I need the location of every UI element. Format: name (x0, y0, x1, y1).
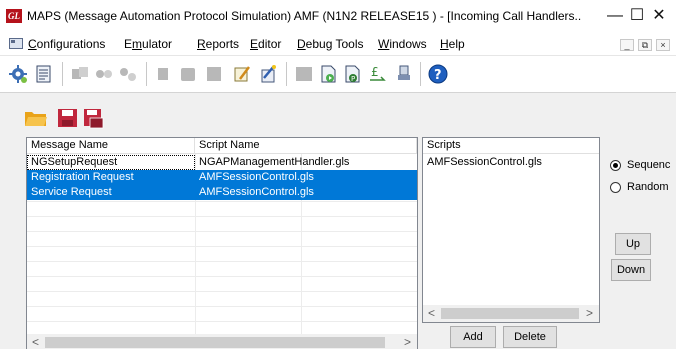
grid-line (27, 276, 417, 277)
menu-configurations[interactable]: Configurations (28, 37, 105, 51)
mdi-minimize-button[interactable]: _ (620, 39, 634, 51)
grid-line (27, 261, 417, 262)
toolbar-separator (286, 62, 287, 86)
window-menu-icon[interactable] (9, 38, 23, 49)
script-wizard-icon[interactable] (258, 64, 278, 84)
exchange-currency-icon[interactable]: £ (368, 64, 388, 84)
add-button[interactable]: Add (450, 326, 496, 348)
title-bar: GL MAPS (Message Automation Protocol Sim… (0, 0, 676, 32)
message-name-cell: NGSetupRequest (27, 155, 195, 170)
script-name-cell: NGAPManagementHandler.gls (199, 156, 350, 168)
radio-indicator[interactable] (610, 159, 621, 171)
toolbar-separator (146, 62, 147, 86)
scripts-list[interactable]: Scripts AMFSessionControl.gls < > (422, 137, 600, 323)
svg-text:P: P (351, 75, 355, 83)
scripts-header: Scripts (423, 138, 599, 154)
disabled-connect-icon (96, 70, 112, 78)
scroll-thumb[interactable] (45, 337, 385, 348)
incoming-call-handlers-panel: Message Name Script Name NGSetupRequest … (0, 92, 676, 349)
toolbar-separator (62, 62, 63, 86)
mdi-close-button[interactable]: × (656, 39, 670, 51)
message-table-horizontal-scrollbar[interactable]: < > (27, 334, 417, 349)
column-header-message-name[interactable]: Message Name (27, 138, 195, 154)
settings-gear-icon[interactable] (8, 64, 28, 84)
table-row[interactable]: Service Request AMFSessionControl.gls (27, 185, 417, 200)
script-name-cell: AMFSessionControl.gls (199, 186, 314, 198)
mdi-restore-button[interactable]: ⧉ (638, 39, 652, 51)
script-name-cell: AMFSessionControl.gls (199, 171, 314, 183)
grid-line (27, 246, 417, 247)
edit-script-icon[interactable] (232, 64, 252, 84)
menu-bar: Configurations Emulator Reports Editor D… (0, 32, 676, 55)
save-as-icon[interactable] (82, 107, 106, 129)
close-button[interactable]: ✕ (648, 5, 670, 27)
minimize-button[interactable]: — (604, 5, 626, 27)
maximize-button[interactable]: ☐ (626, 5, 648, 27)
help-icon[interactable]: ? (428, 64, 448, 84)
disabled-stop-icon (207, 67, 221, 81)
notepad-icon[interactable] (34, 64, 54, 84)
scripts-horizontal-scrollbar[interactable]: < > (423, 305, 599, 322)
scroll-left-arrow[interactable]: < (27, 334, 44, 349)
menu-debug-tools[interactable]: Debug Tools (297, 37, 364, 51)
grid-line (27, 306, 417, 307)
scroll-thumb[interactable] (441, 308, 579, 319)
disabled-record-icon (296, 67, 312, 81)
disabled-disconnect-icon (120, 68, 136, 81)
load-script-icon[interactable] (318, 64, 338, 84)
menu-windows[interactable]: Windows (378, 37, 427, 51)
open-folder-icon[interactable] (24, 107, 48, 129)
table-row[interactable]: Registration Request AMFSessionControl.g… (27, 170, 417, 185)
grid-line (27, 231, 417, 232)
message-name-cell: Registration Request (31, 171, 134, 183)
grid-line (27, 321, 417, 322)
usb-device-icon[interactable] (394, 64, 414, 84)
menu-editor[interactable]: Editor (250, 37, 281, 51)
scroll-right-arrow[interactable]: > (399, 334, 416, 349)
column-header-script-name[interactable]: Script Name (195, 138, 417, 154)
disabled-pause-icon (181, 68, 195, 81)
disabled-start-icon (158, 68, 168, 80)
scroll-right-arrow[interactable]: > (581, 305, 598, 322)
grid-line (27, 216, 417, 217)
message-name-cell: Service Request (31, 186, 112, 198)
menu-reports[interactable]: Reports (197, 37, 239, 51)
message-handler-table[interactable]: Message Name Script Name NGSetupRequest … (26, 137, 418, 349)
table-row[interactable]: NGSetupRequest NGAPManagementHandler.gls (27, 155, 417, 170)
grid-line (27, 291, 417, 292)
move-down-button[interactable]: Down (611, 259, 651, 281)
run-script-icon[interactable]: P (342, 64, 362, 84)
sequence-label: Sequenc (627, 159, 671, 171)
svg-text:£: £ (371, 65, 379, 79)
random-radio[interactable]: Random (610, 179, 669, 195)
menu-emulator[interactable]: Emulator (124, 37, 172, 51)
menu-help[interactable]: Help (440, 37, 465, 51)
window-title: MAPS (Message Automation Protocol Simula… (27, 9, 582, 23)
move-up-button[interactable]: Up (615, 233, 651, 255)
radio-indicator[interactable] (610, 181, 621, 193)
delete-button[interactable]: Delete (503, 326, 557, 348)
grid-line (27, 201, 417, 202)
sequence-radio[interactable]: Sequenc (610, 157, 670, 173)
svg-text:?: ? (434, 68, 442, 83)
save-icon[interactable] (56, 107, 80, 129)
list-item[interactable]: AMFSessionControl.gls (423, 155, 599, 170)
toolbar-separator (420, 62, 421, 86)
app-logo: GL (6, 9, 22, 23)
disabled-transfer-icon (72, 67, 88, 79)
random-label: Random (627, 181, 669, 193)
main-toolbar: P £ ? (0, 55, 676, 91)
scroll-left-arrow[interactable]: < (423, 305, 440, 322)
